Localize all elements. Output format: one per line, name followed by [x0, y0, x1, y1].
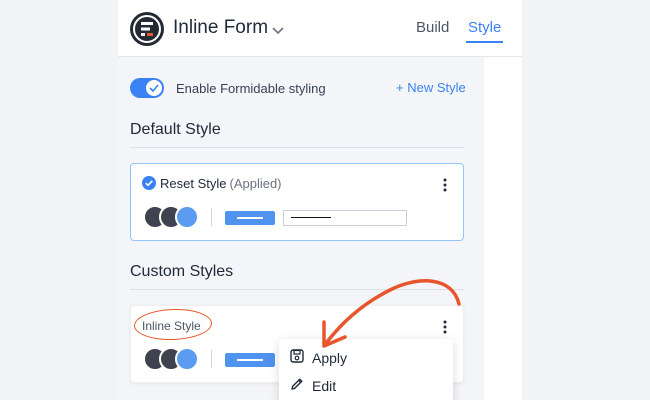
pencil-icon: [290, 377, 304, 396]
header: Inline Form Build Style: [118, 0, 522, 57]
more-options-icon[interactable]: [443, 178, 447, 197]
default-style-heading: Default Style: [130, 121, 221, 138]
custom-styles-heading: Custom Styles: [130, 263, 234, 280]
button-preview: [225, 211, 275, 225]
new-style-link[interactable]: + New Style: [396, 80, 466, 95]
menu-item-edit[interactable]: Edit: [279, 371, 453, 399]
tab-style[interactable]: Style: [468, 19, 501, 36]
enable-styling-toggle[interactable]: [130, 78, 164, 98]
active-tab-indicator: [466, 41, 503, 43]
tab-build[interactable]: Build: [416, 19, 449, 36]
formidable-logo-icon: [130, 12, 164, 46]
toggle-label: Enable Formidable styling: [176, 81, 326, 96]
style-name: Reset Style (Applied): [160, 176, 282, 191]
form-title: Inline Form: [173, 17, 269, 38]
vertical-separator: [211, 350, 212, 368]
button-preview: [225, 353, 275, 367]
divider: [130, 289, 464, 290]
color-swatches: [143, 205, 203, 229]
save-icon: [290, 349, 304, 368]
toggle-knob: [146, 80, 162, 96]
applied-status: (Applied): [229, 176, 282, 191]
style-name-label: Reset Style: [160, 176, 227, 191]
color-swatch: [175, 205, 199, 229]
input-preview: [283, 210, 407, 226]
more-options-icon[interactable]: [443, 320, 447, 339]
applied-check-icon: [142, 176, 156, 195]
right-rail: [484, 57, 522, 400]
menu-item-apply[interactable]: Apply: [279, 343, 453, 371]
color-swatches: [143, 347, 203, 371]
check-icon: [149, 84, 159, 92]
divider: [130, 147, 464, 148]
style-context-menu: Apply Edit: [279, 339, 453, 400]
color-swatch: [175, 347, 199, 371]
menu-item-label: Edit: [312, 378, 337, 394]
menu-item-label: Apply: [312, 350, 348, 366]
vertical-separator: [211, 208, 212, 226]
default-style-card[interactable]: Reset Style (Applied): [130, 163, 464, 241]
chevron-down-icon[interactable]: [272, 22, 284, 40]
